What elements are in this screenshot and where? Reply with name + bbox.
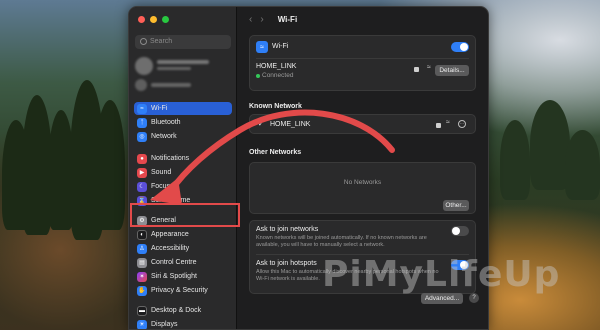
speaker-icon: ▶ <box>137 167 147 178</box>
connection-status: Connected <box>262 72 294 79</box>
general-highlight-box <box>130 203 240 227</box>
siri-icon: ✶ <box>137 271 147 282</box>
sidebar-item-desktop-dock[interactable]: ▬ Desktop & Dock <box>134 304 232 317</box>
accessibility-icon: ♙ <box>137 243 147 254</box>
traffic-lights <box>138 16 169 23</box>
moon-icon: ☾ <box>137 181 147 192</box>
ask-join-hotspots-desc-2: Wi-Fi network is available. <box>256 276 320 282</box>
other-button[interactable]: Other... <box>443 200 469 211</box>
divider <box>256 58 469 59</box>
sidebar-item-label: Accessibility <box>151 245 190 252</box>
sidebar-item-notifications[interactable]: ● Notifications <box>134 152 232 165</box>
sidebar-item-bluetooth[interactable]: ᛏ Bluetooth <box>134 116 232 129</box>
sidebar-item-privacy-security[interactable]: ✋ Privacy & Security <box>134 284 232 297</box>
connected-dot <box>256 74 260 78</box>
account-name-blurred <box>157 60 209 64</box>
other-networks-heading: Other Networks <box>249 149 302 156</box>
sidebar-item-label: Bluetooth <box>151 119 181 126</box>
sidebar-item-sound[interactable]: ▶ Sound <box>134 166 232 179</box>
bluetooth-icon: ᛏ <box>137 117 147 128</box>
sidebar-item-appearance[interactable]: ◐ Appearance <box>134 228 232 241</box>
sidebar-item-label: Sound <box>151 169 172 176</box>
dock-icon: ▬ <box>137 305 147 316</box>
details-button[interactable]: Details... <box>435 65 469 76</box>
display-icon: ☀ <box>137 319 147 329</box>
family-item[interactable] <box>135 79 231 93</box>
sidebar-item-accessibility[interactable]: ♙ Accessibility <box>134 242 232 255</box>
other-networks-panel: No Networks Other... <box>249 162 476 214</box>
sidebar-item-label: Focus <box>151 183 171 190</box>
sidebar-item-label: Control Centre <box>151 259 197 266</box>
avatar <box>135 57 153 75</box>
more-options-icon[interactable]: ··· <box>458 120 466 128</box>
known-network-heading: Known Network <box>249 103 302 110</box>
watermark: PiMyLifeUp <box>322 254 561 295</box>
search-input[interactable]: Search <box>135 35 231 49</box>
family-avatar <box>135 79 147 91</box>
no-networks-text: No Networks <box>343 179 382 186</box>
ask-join-networks-title: Ask to join networks <box>256 226 319 233</box>
wifi-toggle[interactable] <box>451 42 469 52</box>
wifi-signal-icon: ≈ <box>446 119 450 126</box>
apple-account[interactable] <box>135 57 231 79</box>
sidebar: Search ≈ Wi-Fi ᛏ Bluetooth ◎ Network ● N… <box>129 7 237 329</box>
search-placeholder: Search <box>150 38 173 45</box>
appearance-icon: ◐ <box>137 229 147 240</box>
sidebar-item-displays[interactable]: ☀ Displays <box>134 318 232 329</box>
current-network-name: HOME_LINK <box>256 63 297 70</box>
account-subtitle-blurred <box>157 67 191 70</box>
sidebar-item-label: Displays <box>151 321 178 328</box>
lock-icon <box>436 123 441 128</box>
toolbar: ‹ › Wi-Fi <box>237 7 488 31</box>
close-button[interactable] <box>138 16 145 23</box>
sidebar-item-control-centre[interactable]: ▤ Control Centre <box>134 256 232 269</box>
control-centre-icon: ▤ <box>137 257 147 268</box>
page-title: Wi-Fi <box>277 14 298 24</box>
sidebar-item-focus[interactable]: ☾ Focus <box>134 180 232 193</box>
hand-icon: ✋ <box>137 285 147 296</box>
forward-button[interactable]: › <box>260 14 263 25</box>
sidebar-item-label: Notifications <box>151 155 190 162</box>
sidebar-item-label: Wi-Fi <box>151 105 168 112</box>
ask-join-networks-desc-2: available, you will have to manually sel… <box>256 242 385 248</box>
sidebar-item-network[interactable]: ◎ Network <box>134 130 232 143</box>
checkmark-icon: ✓ <box>258 121 264 128</box>
wifi-icon: ≈ <box>256 41 268 53</box>
family-label-blurred <box>151 83 191 87</box>
sidebar-item-label: Network <box>151 133 177 140</box>
sidebar-item-label: Siri & Spotlight <box>151 273 197 280</box>
sidebar-item-siri-spotlight[interactable]: ✶ Siri & Spotlight <box>134 270 232 283</box>
known-network-name[interactable]: HOME_LINK <box>270 121 310 128</box>
bell-icon: ● <box>137 153 147 164</box>
wifi-signal-icon: ≈ <box>427 64 431 71</box>
search-icon <box>140 38 147 45</box>
ask-join-networks-desc-1: Known networks will be joined automatica… <box>256 235 427 241</box>
wifi-label: Wi-Fi <box>272 43 289 50</box>
sidebar-item-wifi[interactable]: ≈ Wi-Fi <box>134 102 232 115</box>
lock-icon <box>414 67 419 72</box>
sidebar-item-label: Desktop & Dock <box>151 307 202 314</box>
ask-join-hotspots-title: Ask to join hotspots <box>256 260 317 267</box>
minimize-button[interactable] <box>150 16 157 23</box>
wifi-icon: ≈ <box>137 103 147 114</box>
globe-icon: ◎ <box>137 131 147 142</box>
known-network-panel: ✓ HOME_LINK ≈ ··· <box>249 114 476 134</box>
back-button[interactable]: ‹ <box>249 14 252 25</box>
sidebar-item-label: Appearance <box>151 231 189 238</box>
sidebar-item-label: Privacy & Security <box>151 287 208 294</box>
ask-join-networks-toggle[interactable] <box>451 226 469 236</box>
zoom-button[interactable] <box>162 16 169 23</box>
wifi-panel: ≈ Wi-Fi HOME_LINK Connected ≈ Details... <box>249 35 476 91</box>
